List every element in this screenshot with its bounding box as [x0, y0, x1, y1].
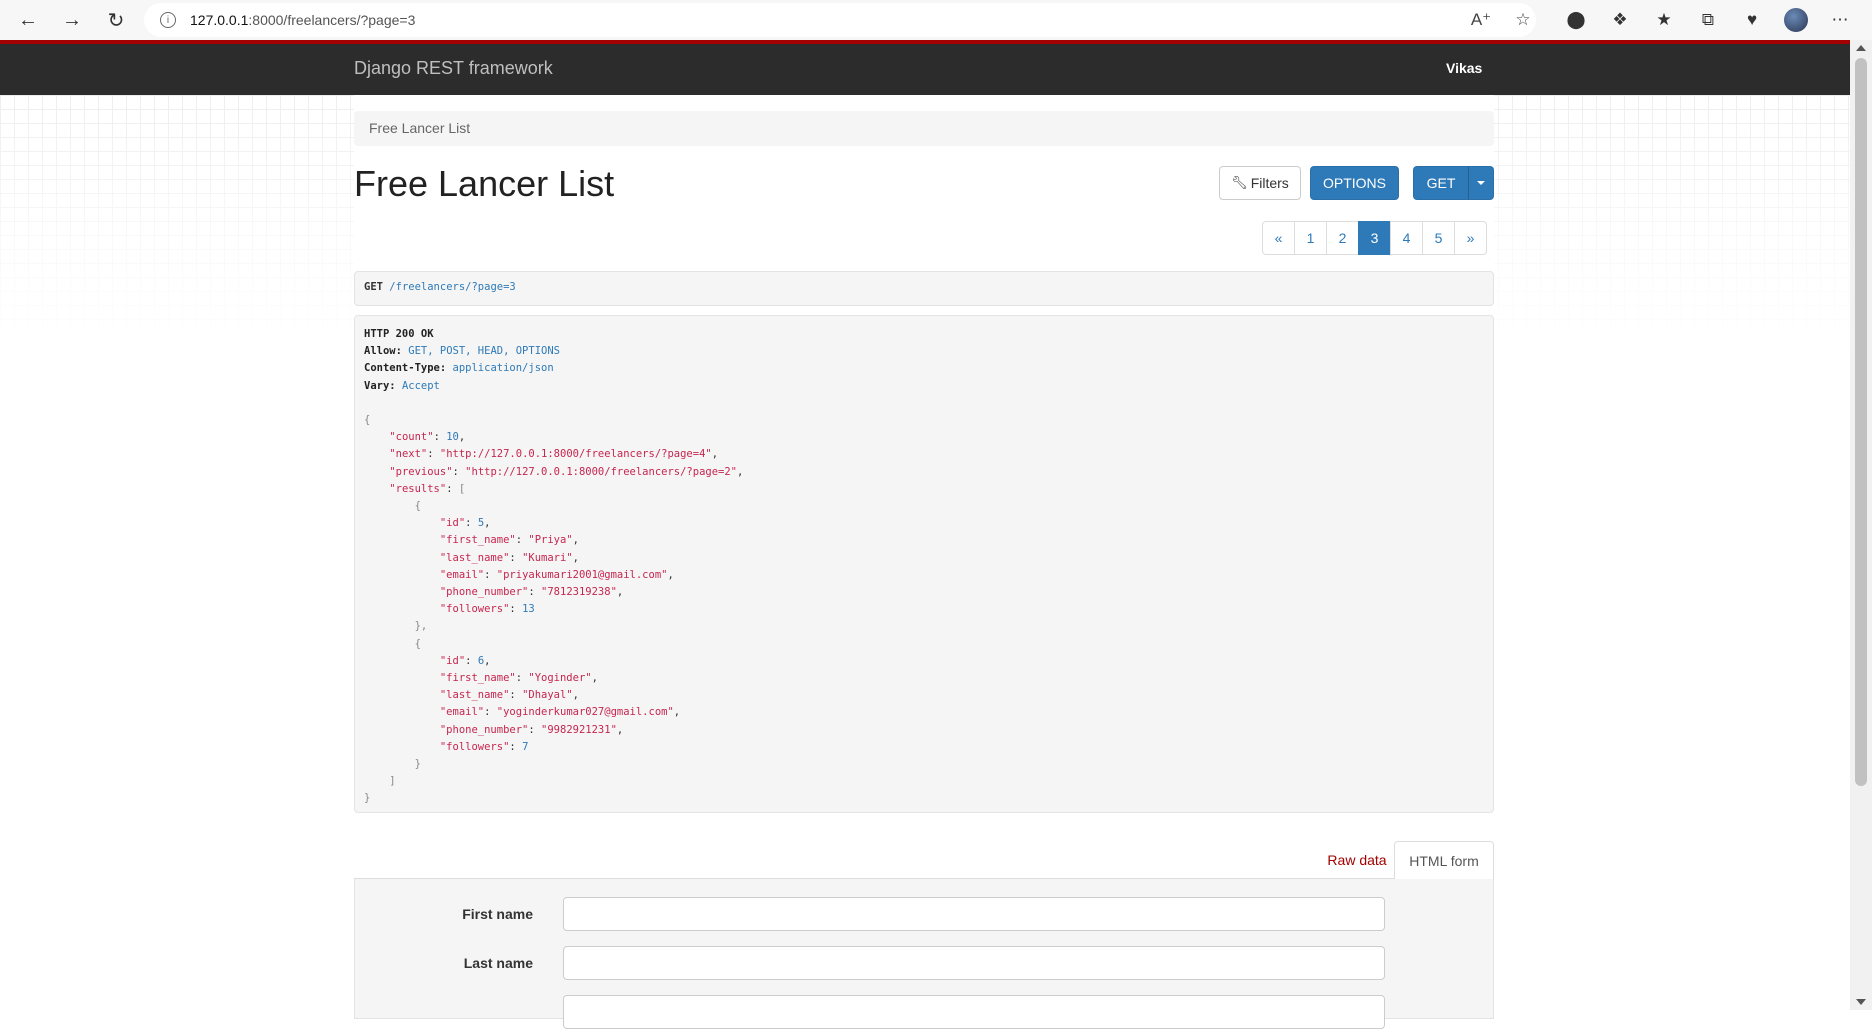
- options-button[interactable]: OPTIONS: [1310, 166, 1399, 200]
- header-vary-name: Vary:: [364, 379, 396, 392]
- json-first-name: "Priya": [528, 534, 573, 547]
- page-3-active[interactable]: 3: [1358, 221, 1391, 255]
- json-followers: 13: [522, 603, 535, 616]
- scrollbar-thumb[interactable]: [1855, 58, 1867, 786]
- extension-circle-icon[interactable]: ⬤: [1554, 2, 1598, 38]
- last-name-label: Last name: [463, 955, 533, 971]
- url-path: :8000/freelancers/?page=3: [248, 12, 416, 28]
- first-name-input[interactable]: [563, 897, 1385, 931]
- json-first-name: "Yoginder": [528, 672, 592, 685]
- more-menu-icon[interactable]: ⋯: [1818, 2, 1862, 38]
- request-method: GET: [364, 281, 383, 293]
- url-host: 127.0.0.1: [190, 12, 249, 28]
- json-email: "yoginderkumar027@gmail.com": [496, 706, 674, 719]
- extensions-puzzle-icon[interactable]: ❖: [1598, 2, 1642, 38]
- favorites-list-icon[interactable]: ★: [1642, 2, 1686, 38]
- json-previous[interactable]: "http://127.0.0.1:8000/freelancers/?page…: [465, 466, 737, 478]
- page-1[interactable]: 1: [1294, 221, 1327, 255]
- json-last-name: "Kumari": [522, 551, 573, 564]
- wrench-icon: 🔧︎: [1231, 175, 1248, 190]
- content-tabs: Raw data HTML form: [354, 841, 1494, 880]
- page-4[interactable]: 4: [1390, 221, 1423, 255]
- read-aloud-icon[interactable]: A⁺: [1460, 3, 1502, 37]
- page-scrollbar[interactable]: [1850, 40, 1872, 1010]
- response-body: HTTP 200 OK Allow: GET, POST, HEAD, OPTI…: [354, 315, 1494, 813]
- performance-icon[interactable]: ♥: [1730, 2, 1774, 38]
- breadcrumb-item[interactable]: Free Lancer List: [369, 120, 470, 136]
- filters-button[interactable]: 🔧︎ Filters: [1219, 166, 1301, 200]
- form-row-first-name: First name: [355, 897, 1495, 931]
- html-form: First name Last name: [354, 879, 1495, 1029]
- request-info: GET /freelancers/?page=3: [354, 271, 1494, 306]
- tab-raw-data[interactable]: Raw data: [1306, 841, 1408, 879]
- favorite-star-icon[interactable]: ☆: [1502, 3, 1544, 37]
- collections-icon[interactable]: ⧉: [1686, 2, 1730, 38]
- page-title: Free Lancer List: [354, 163, 615, 204]
- page-prev[interactable]: «: [1262, 221, 1295, 255]
- filters-label: Filters: [1250, 175, 1289, 191]
- pagination: « 1 2 3 4 5 »: [1262, 221, 1487, 255]
- main-container: Free Lancer List Free Lancer List 🔧︎ Fil…: [354, 95, 1494, 1029]
- caret-down-icon: [1477, 181, 1485, 185]
- top-navbar: Django REST framework Vikas: [0, 40, 1850, 95]
- address-bar[interactable]: i 127.0.0.1:8000/freelancers/?page=3: [144, 3, 1536, 37]
- back-arrow-icon[interactable]: ←: [10, 2, 46, 38]
- json-count: 10: [446, 431, 459, 444]
- form-row-next: [355, 995, 1495, 1029]
- json-followers: 7: [522, 740, 529, 753]
- scroll-up-arrow-icon[interactable]: [1856, 45, 1866, 51]
- header-content-type-value: application/json: [452, 362, 554, 375]
- header-vary-value: Accept: [401, 379, 440, 392]
- last-name-input[interactable]: [563, 946, 1385, 980]
- json-phone: "7812319238": [541, 586, 617, 599]
- form-row-last-name: Last name: [355, 946, 1495, 980]
- header-content-type-name: Content-Type:: [364, 362, 447, 375]
- json-next[interactable]: "http://127.0.0.1:8000/freelancers/?page…: [440, 448, 712, 460]
- json-id: 6: [477, 654, 485, 667]
- email-input[interactable]: [563, 995, 1385, 1029]
- avatar: [1784, 8, 1808, 32]
- json-last-name: "Dhayal": [522, 689, 573, 702]
- site-info-icon[interactable]: i: [160, 12, 176, 28]
- header-allow-name: Allow:: [364, 345, 402, 358]
- page-2[interactable]: 2: [1326, 221, 1359, 255]
- get-button[interactable]: GET: [1413, 166, 1469, 200]
- forward-arrow-icon[interactable]: →: [54, 2, 90, 38]
- json-email: "priyakumari2001@gmail.com": [496, 568, 668, 581]
- profile-avatar[interactable]: [1774, 2, 1818, 38]
- request-url: /freelancers/?page=3: [389, 281, 516, 293]
- scroll-down-arrow-icon[interactable]: [1856, 999, 1866, 1005]
- first-name-label: First name: [462, 906, 533, 922]
- header-allow-value: GET, POST, HEAD, OPTIONS: [408, 345, 560, 358]
- user-menu[interactable]: Vikas: [1446, 60, 1482, 76]
- page-5[interactable]: 5: [1422, 221, 1455, 255]
- json-id: 5: [477, 517, 485, 530]
- get-format-dropdown[interactable]: [1468, 166, 1494, 200]
- json-phone: "9982921231": [541, 723, 617, 736]
- breadcrumb: Free Lancer List: [354, 111, 1494, 146]
- reload-icon[interactable]: ↻: [98, 2, 134, 38]
- tab-html-form[interactable]: HTML form: [1394, 841, 1494, 880]
- page-next[interactable]: »: [1454, 221, 1487, 255]
- response-status: HTTP 200 OK: [364, 328, 434, 340]
- brand-link[interactable]: Django REST framework: [354, 58, 553, 79]
